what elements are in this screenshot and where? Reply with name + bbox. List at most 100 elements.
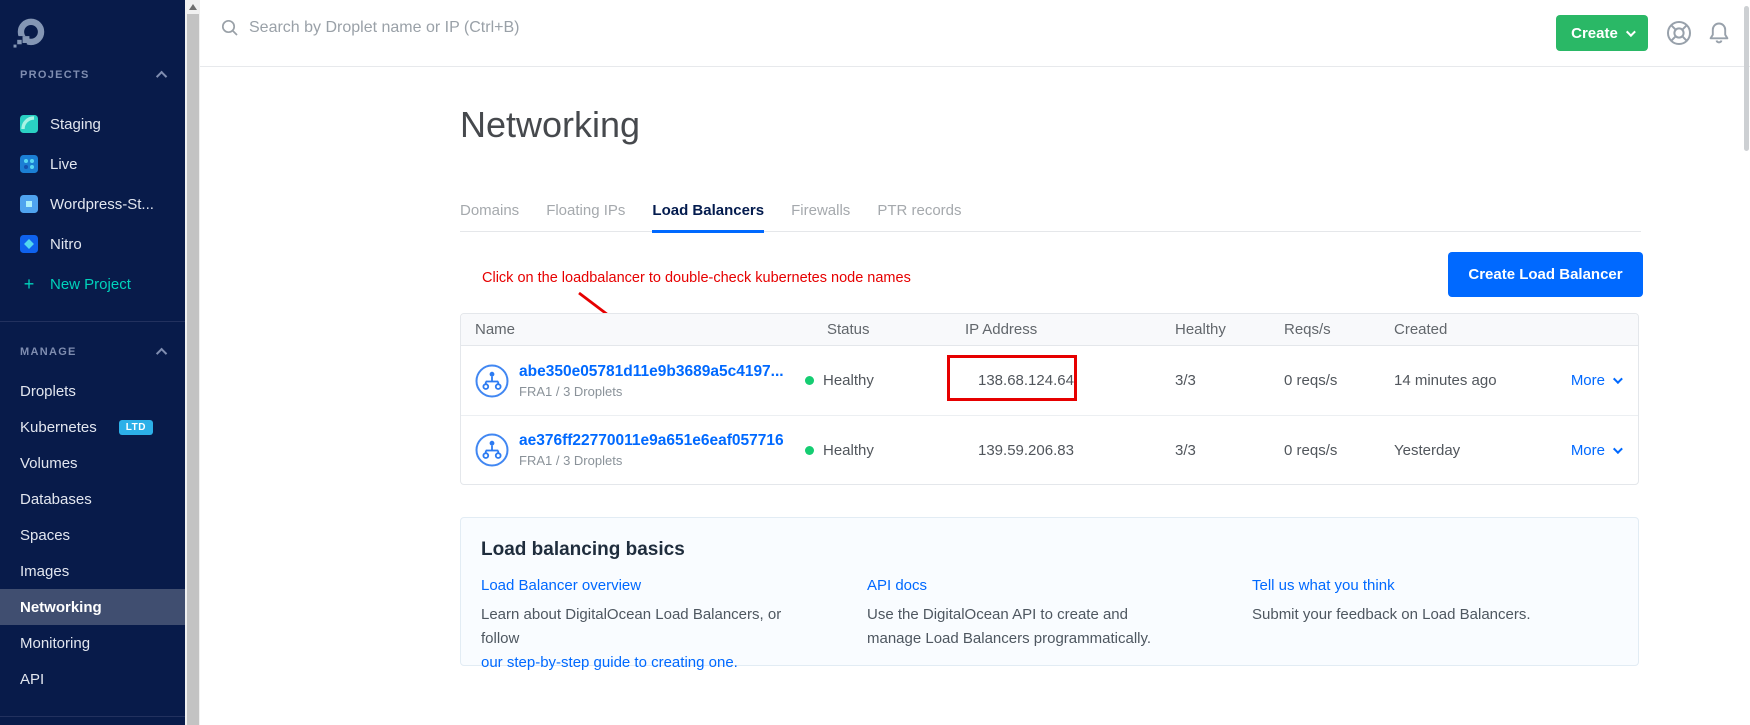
basics-text: Use the DigitalOcean API to create and m…: [867, 603, 1183, 651]
sidebar-item-label: Networking: [20, 599, 102, 616]
digitalocean-logo-icon[interactable]: [13, 16, 49, 52]
projects-section-header: PROJECTS: [20, 69, 167, 81]
tab-bar: Domains Floating IPs Load Balancers Fire…: [460, 202, 1641, 232]
manage-label: MANAGE: [20, 346, 77, 358]
page-title: Networking: [460, 104, 640, 146]
tab-floating-ips[interactable]: Floating IPs: [546, 202, 625, 231]
load-balancer-name-link[interactable]: ae376ff22770011e9a651e6eaf057716: [519, 432, 784, 450]
load-balancer-icon: [475, 364, 509, 398]
sidebar-item-live[interactable]: Live: [0, 144, 185, 184]
created-time: Yesterday: [1394, 442, 1539, 459]
project-nitro-icon: [20, 235, 38, 253]
help-lifebuoy-icon[interactable]: [1666, 20, 1692, 46]
tab-domains[interactable]: Domains: [460, 202, 519, 231]
scrollbar-thumb[interactable]: [187, 14, 199, 725]
manage-section-header: MANAGE: [20, 346, 167, 358]
sidebar-item-images[interactable]: Images: [0, 553, 185, 589]
sidebar-item-volumes[interactable]: Volumes: [0, 445, 185, 481]
healthy-count: 3/3: [1175, 442, 1284, 459]
sidebar-item-wordpress[interactable]: Wordpress-St...: [0, 184, 185, 224]
chevron-up-icon[interactable]: [156, 348, 167, 359]
basics-text: Learn about DigitalOcean Load Balancers,…: [481, 606, 781, 647]
feedback-link[interactable]: Tell us what you think: [1252, 577, 1395, 594]
load-balancers-table: Name Status IP Address Healthy Reqs/s Cr…: [460, 313, 1639, 485]
sidebar-item-label: API: [20, 671, 44, 688]
sidebar-scrollbar[interactable]: [185, 0, 200, 725]
main-content: Networking Domains Floating IPs Load Bal…: [460, 67, 1641, 725]
sidebar-item-spaces[interactable]: Spaces: [0, 517, 185, 553]
load-balancing-basics-card: Load balancing basics Load Balancer over…: [460, 517, 1639, 666]
sidebar-item-api[interactable]: API: [0, 661, 185, 697]
load-balancer-name-link[interactable]: abe350e05781d11e9b3689a5c4197...: [519, 363, 784, 381]
chevron-down-icon: [1613, 444, 1623, 454]
search-input[interactable]: [249, 19, 669, 37]
table-row: ae376ff22770011e9a651e6eaf057716 FRA1 / …: [461, 415, 1638, 484]
healthy-count: 3/3: [1175, 372, 1284, 389]
sidebar: PROJECTS Staging Live: [0, 0, 185, 725]
status-cell: Healthy: [805, 442, 965, 459]
ltd-badge: LTD: [119, 420, 153, 435]
sidebar-item-label: Nitro: [50, 236, 82, 253]
create-button[interactable]: Create: [1556, 15, 1648, 51]
sidebar-item-databases[interactable]: Databases: [0, 481, 185, 517]
step-by-step-guide-link[interactable]: our step-by-step guide to creating one.: [481, 651, 817, 675]
sidebar-item-nitro[interactable]: Nitro: [0, 224, 185, 264]
sidebar-item-kubernetes[interactable]: Kubernetes LTD: [0, 409, 185, 445]
projects-nav: Staging Live Wordpress-St...: [0, 104, 185, 304]
status-label: Healthy: [823, 442, 874, 459]
notifications-bell-icon[interactable]: [1706, 20, 1732, 46]
annotation-highlight-box: [947, 355, 1077, 401]
more-menu-button[interactable]: More: [1571, 372, 1620, 389]
sidebar-item-droplets[interactable]: Droplets: [0, 373, 185, 409]
sidebar-item-label: Wordpress-St...: [50, 196, 154, 213]
create-load-balancer-button[interactable]: Create Load Balancer: [1448, 252, 1643, 297]
name-cell: abe350e05781d11e9b3689a5c4197... FRA1 / …: [475, 363, 805, 399]
api-docs-link[interactable]: API docs: [867, 577, 927, 594]
chevron-down-icon: [1626, 27, 1636, 37]
basics-col-api: API docs Use the DigitalOcean API to cre…: [867, 577, 1252, 675]
sidebar-item-label: Images: [20, 563, 69, 580]
sidebar-item-label: Kubernetes: [20, 419, 97, 436]
project-staging-icon: [20, 115, 38, 133]
plus-icon: +: [20, 275, 38, 293]
column-header-created: Created: [1394, 321, 1539, 338]
column-header-reqs: Reqs/s: [1284, 321, 1394, 338]
sidebar-bottom-divider: [0, 716, 185, 717]
scroll-up-arrow-icon[interactable]: [189, 4, 197, 10]
project-live-icon: [20, 155, 38, 173]
chevron-up-icon[interactable]: [156, 71, 167, 82]
ip-cell: 139.59.206.83: [965, 416, 1175, 484]
tab-ptr-records[interactable]: PTR records: [877, 202, 961, 231]
healthy-status-dot: [805, 376, 814, 385]
tab-load-balancers[interactable]: Load Balancers: [652, 202, 764, 233]
search-icon: [220, 18, 240, 38]
table-row: abe350e05781d11e9b3689a5c4197... FRA1 / …: [461, 346, 1638, 415]
load-balancer-icon: [475, 433, 509, 467]
page-scrollbar[interactable]: [1744, 6, 1749, 151]
sidebar-item-label: Monitoring: [20, 635, 90, 652]
basics-col-overview: Load Balancer overview Learn about Digit…: [481, 577, 867, 675]
sidebar-item-label: Spaces: [20, 527, 70, 544]
tab-firewalls[interactable]: Firewalls: [791, 202, 850, 231]
sidebar-item-monitoring[interactable]: Monitoring: [0, 625, 185, 661]
region-droplets-label: FRA1 / 3 Droplets: [519, 453, 784, 468]
search-area: [220, 18, 669, 38]
created-time: 14 minutes ago: [1394, 372, 1539, 389]
basics-title: Load balancing basics: [481, 539, 1614, 561]
new-project-label: New Project: [50, 276, 131, 293]
column-header-status: Status: [805, 321, 965, 338]
column-header-ip: IP Address: [965, 321, 1175, 338]
create-button-label: Create: [1571, 25, 1618, 42]
sidebar-item-label: Volumes: [20, 455, 78, 472]
sidebar-item-staging[interactable]: Staging: [0, 104, 185, 144]
basics-col-feedback: Tell us what you think Submit your feedb…: [1252, 577, 1614, 675]
sidebar-item-networking[interactable]: Networking: [0, 589, 185, 625]
project-wordpress-icon: [20, 195, 38, 213]
load-balancer-overview-link[interactable]: Load Balancer overview: [481, 577, 641, 594]
requests-per-second: 0 reqs/s: [1284, 442, 1394, 459]
more-menu-button[interactable]: More: [1571, 442, 1620, 459]
sidebar-divider: [0, 321, 185, 322]
sidebar-item-label: Staging: [50, 116, 101, 133]
new-project-button[interactable]: + New Project: [0, 264, 185, 304]
healthy-status-dot: [805, 446, 814, 455]
